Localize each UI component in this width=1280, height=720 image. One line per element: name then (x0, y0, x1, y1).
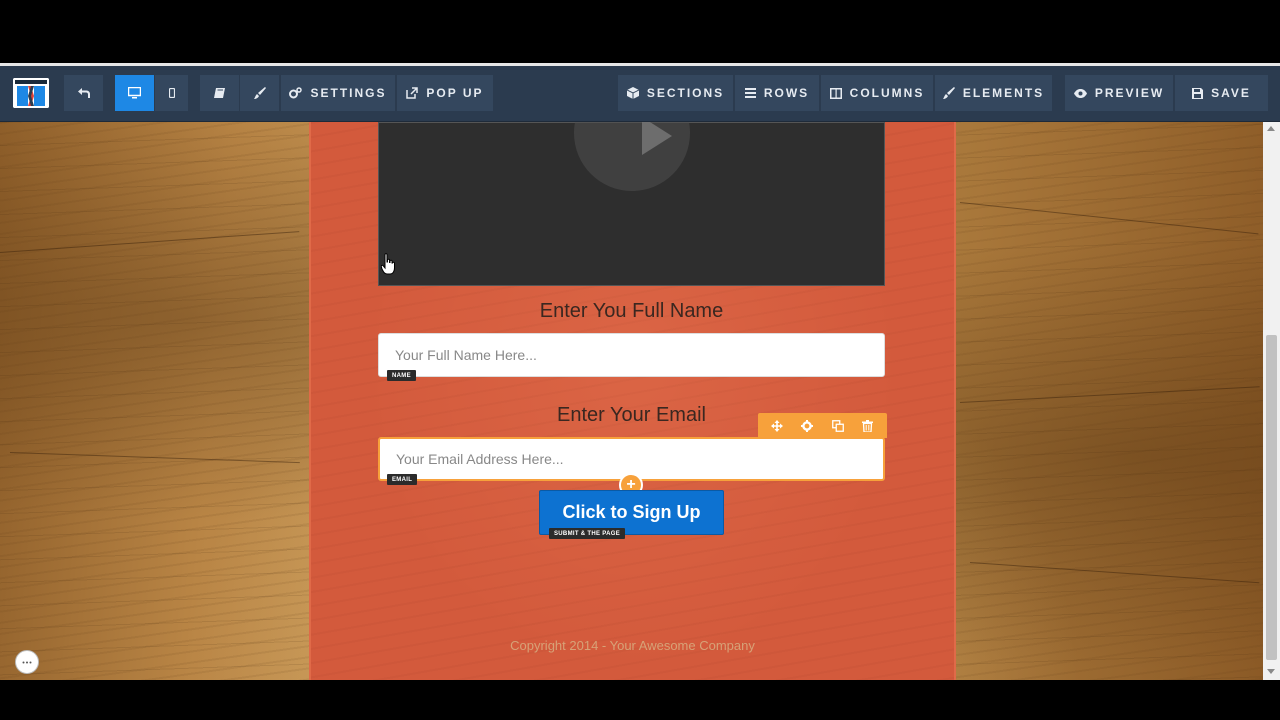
mobile-icon (168, 88, 175, 98)
wood-scratch (959, 386, 1260, 403)
pages-button[interactable] (200, 75, 240, 111)
popup-button[interactable]: POP UP (397, 75, 494, 111)
brush-icon (942, 87, 955, 99)
preview-label: PREVIEW (1094, 86, 1165, 100)
move-icon[interactable] (765, 416, 789, 436)
wood-scratch (969, 562, 1260, 584)
app-logo[interactable] (13, 78, 49, 108)
full-name-input[interactable]: Your Full Name Here... (378, 333, 885, 377)
bars-icon (744, 88, 756, 98)
wood-scratch (0, 231, 300, 253)
cube-icon (626, 87, 639, 99)
elements-button[interactable]: ELEMENTS (935, 75, 1053, 111)
preview-button[interactable]: PREVIEW (1065, 75, 1174, 111)
desktop-icon (128, 87, 141, 99)
settings-button[interactable]: SETTINGS (281, 75, 396, 111)
scroll-down-icon[interactable] (1267, 669, 1275, 674)
ellipsis-icon (22, 661, 32, 663)
editor-toolbar: SETTINGS POP UP SECTIONS ROWS COLUMNS EL… (0, 66, 1280, 122)
design-button[interactable] (240, 75, 280, 111)
floppy-icon (1192, 87, 1204, 99)
page-canvas: Enter You Full Name Your Full Name Here.… (0, 122, 1263, 680)
letterbox-bottom (0, 680, 1280, 720)
settings-label: SETTINGS (310, 86, 387, 100)
wood-scratch (9, 452, 300, 464)
sections-button[interactable]: SECTIONS (618, 75, 734, 111)
desktop-view-button[interactable] (115, 75, 155, 111)
popup-label: POP UP (426, 86, 484, 100)
undo-button[interactable] (64, 75, 104, 111)
save-label: SAVE (1211, 86, 1251, 100)
page-scrollbar[interactable] (1263, 122, 1280, 680)
play-icon (642, 122, 672, 155)
columns-label: COLUMNS (849, 86, 925, 100)
brush-icon (253, 87, 266, 99)
element-action-toolbar (758, 413, 887, 438)
book-icon (213, 88, 225, 98)
duplicate-icon[interactable] (826, 416, 850, 436)
columns-icon (829, 87, 842, 99)
undo-icon (77, 88, 90, 98)
sections-label: SECTIONS (646, 86, 725, 100)
chat-widget-button[interactable] (15, 650, 39, 674)
submit-action-tag: SUBMIT & THE PAGE (549, 528, 625, 539)
trash-icon[interactable] (856, 416, 880, 436)
gear-icon[interactable] (795, 416, 819, 436)
hand-cursor-icon (380, 253, 395, 280)
gears-icon (289, 87, 303, 99)
columns-button[interactable]: COLUMNS (821, 75, 934, 111)
save-button[interactable]: SAVE (1175, 75, 1269, 111)
email-field-tag: EMAIL (387, 474, 418, 485)
eye-icon (1073, 88, 1087, 98)
name-field-tag: NAME (387, 370, 416, 381)
letterbox-top (0, 0, 1280, 63)
rows-button[interactable]: ROWS (735, 75, 820, 111)
scrollbar-thumb[interactable] (1266, 335, 1277, 660)
mobile-view-button[interactable] (155, 75, 189, 111)
play-button[interactable] (574, 122, 690, 191)
footer-copyright: Copyright 2014 - Your Awesome Company (510, 638, 755, 653)
rows-label: ROWS (763, 86, 810, 100)
scroll-up-icon[interactable] (1267, 126, 1275, 131)
video-embed[interactable] (378, 122, 885, 286)
wood-scratch (959, 202, 1259, 235)
elements-label: ELEMENTS (962, 86, 1045, 100)
name-field-heading: Enter You Full Name (539, 300, 724, 322)
external-link-icon (406, 87, 419, 99)
